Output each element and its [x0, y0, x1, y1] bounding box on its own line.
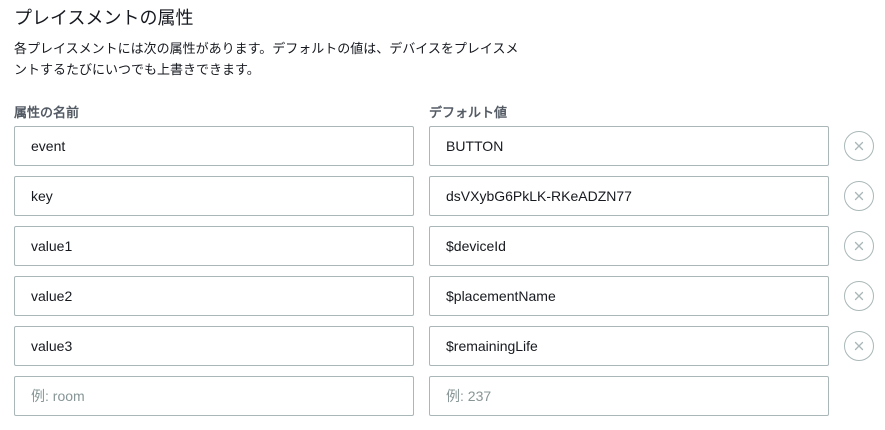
remove-attribute-button[interactable] — [844, 181, 874, 211]
default-value-column-label: デフォルト値 — [429, 106, 508, 121]
close-icon — [854, 191, 864, 201]
attribute-name-input[interactable] — [14, 326, 414, 366]
attribute-name-input[interactable] — [14, 176, 414, 216]
default-value-input[interactable] — [429, 126, 829, 166]
section-description: 各プレイスメントには次の属性があります。デフォルトの値は、デバイスをプレイスメ … — [14, 39, 574, 81]
attribute-row — [14, 276, 879, 316]
description-line-2: ントするたびにいつでも上書きできます。 — [14, 63, 260, 78]
new-default-value-input[interactable] — [429, 376, 829, 416]
remove-attribute-button[interactable] — [844, 131, 874, 161]
attribute-rows — [14, 126, 879, 426]
close-icon — [854, 291, 864, 301]
attribute-row — [14, 226, 879, 266]
attribute-name-column-label: 属性の名前 — [14, 106, 80, 121]
close-icon — [854, 241, 864, 251]
remove-attribute-button[interactable] — [844, 281, 874, 311]
section-title: プレイスメントの属性 — [14, 8, 194, 29]
remove-attribute-button[interactable] — [844, 331, 874, 361]
attribute-row — [14, 126, 879, 166]
attribute-row — [14, 176, 879, 216]
default-value-input[interactable] — [429, 276, 829, 316]
attribute-name-input[interactable] — [14, 276, 414, 316]
default-value-input[interactable] — [429, 326, 829, 366]
close-icon — [854, 141, 864, 151]
description-line-1: 各プレイスメントには次の属性があります。デフォルトの値は、デバイスをプレイスメ — [14, 42, 519, 57]
attribute-name-input[interactable] — [14, 226, 414, 266]
close-icon — [854, 341, 864, 351]
attribute-row — [14, 326, 879, 366]
default-value-input[interactable] — [429, 176, 829, 216]
default-value-input[interactable] — [429, 226, 829, 266]
attribute-name-input[interactable] — [14, 126, 414, 166]
remove-attribute-button[interactable] — [844, 231, 874, 261]
new-attribute-name-input[interactable] — [14, 376, 414, 416]
new-attribute-row — [14, 376, 879, 416]
